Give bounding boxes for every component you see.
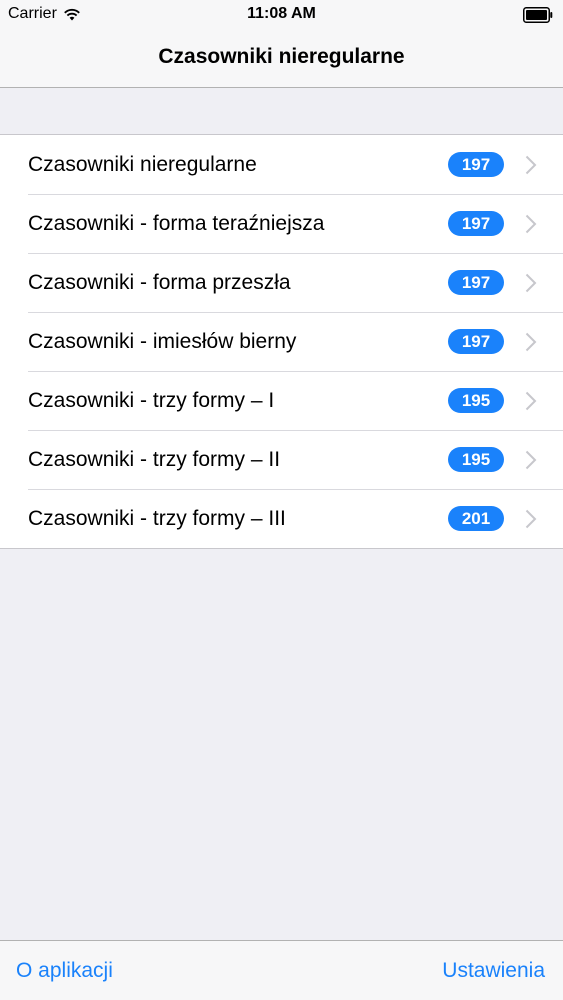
- list-item-label: Czasowniki - trzy formy – III: [28, 506, 286, 530]
- list-item-label: Czasowniki - trzy formy – I: [28, 388, 275, 412]
- count-badge: 197: [448, 329, 504, 354]
- page-title: Czasowniki nieregularne: [158, 45, 405, 68]
- battery-icon: [523, 7, 553, 23]
- list-item-past-participle[interactable]: Czasowniki - imiesłów bierny 197: [0, 312, 563, 371]
- list-item-present-form[interactable]: Czasowniki - forma teraźniejsza 197: [0, 194, 563, 253]
- chevron-right-icon: [525, 214, 537, 233]
- navigation-bar: Czasowniki nieregularne: [0, 30, 563, 88]
- list-item-irregular-verbs[interactable]: Czasowniki nieregularne 197: [0, 135, 563, 194]
- list-item-three-forms-1[interactable]: Czasowniki - trzy formy – I 195: [0, 371, 563, 430]
- list-item-three-forms-3[interactable]: Czasowniki - trzy formy – III 201: [0, 489, 563, 548]
- chevron-right-icon: [525, 391, 537, 410]
- status-bar: Carrier 11:08 AM: [0, 0, 563, 30]
- list-item-label: Czasowniki - imiesłów bierny: [28, 329, 297, 353]
- about-app-button[interactable]: O aplikacji: [16, 959, 113, 983]
- settings-button[interactable]: Ustawienia: [442, 959, 545, 983]
- list-item-label: Czasowniki nieregularne: [28, 152, 257, 176]
- bottom-toolbar: O aplikacji Ustawienia: [0, 940, 563, 1000]
- count-badge: 201: [448, 506, 504, 531]
- list-item-three-forms-2[interactable]: Czasowniki - trzy formy – II 195: [0, 430, 563, 489]
- count-badge: 197: [448, 211, 504, 236]
- count-badge: 197: [448, 152, 504, 177]
- list-item-label: Czasowniki - forma przeszła: [28, 270, 291, 294]
- count-badge: 195: [448, 447, 504, 472]
- count-badge: 197: [448, 270, 504, 295]
- count-badge: 195: [448, 388, 504, 413]
- list-item-label: Czasowniki - trzy formy – II: [28, 447, 281, 471]
- chevron-right-icon: [525, 155, 537, 174]
- chevron-right-icon: [525, 273, 537, 292]
- status-time: 11:08 AM: [247, 5, 316, 22]
- list-item-past-form[interactable]: Czasowniki - forma przeszła 197: [0, 253, 563, 312]
- chevron-right-icon: [525, 450, 537, 469]
- chevron-right-icon: [525, 332, 537, 351]
- list-item-label: Czasowniki - forma teraźniejsza: [28, 211, 325, 235]
- chevron-right-icon: [525, 509, 537, 528]
- verb-list: Czasowniki nieregularne 197 Czasowniki -…: [0, 134, 563, 549]
